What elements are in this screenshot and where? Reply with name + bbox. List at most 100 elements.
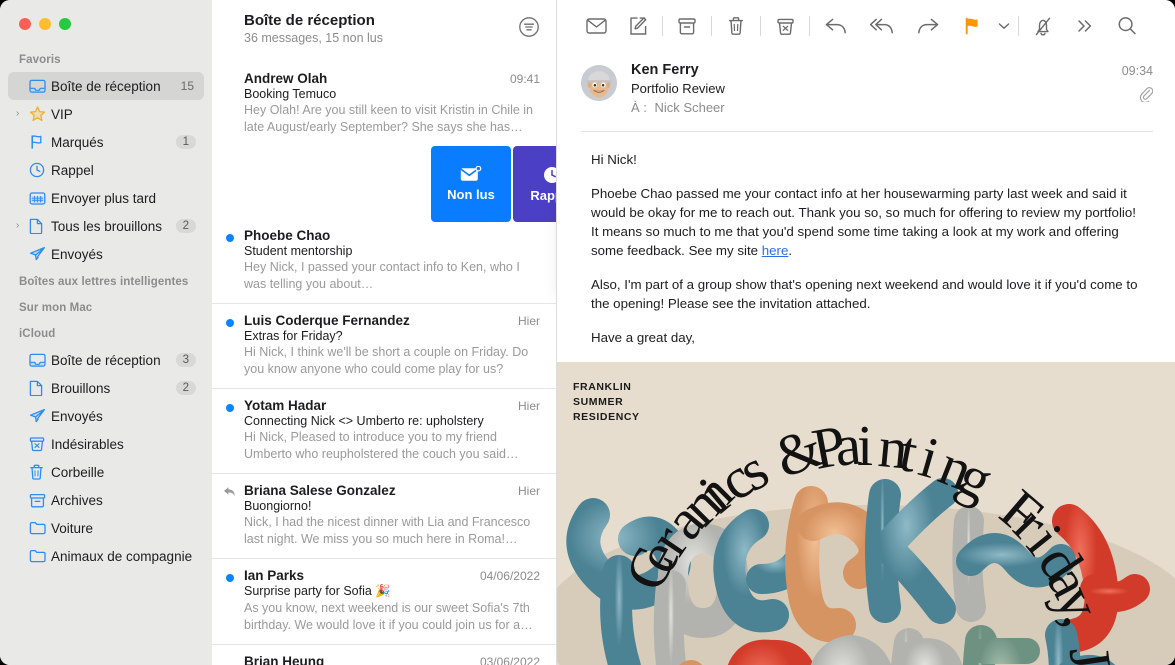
- clock-icon: [29, 162, 51, 178]
- sidebar-item-archives[interactable]: Archives: [8, 486, 204, 514]
- calendar-icon: [29, 191, 51, 206]
- attachment-poster[interactable]: FRANKLIN SUMMER RESIDENCY C e r a m i c …: [557, 362, 1175, 665]
- clock-icon: [544, 166, 556, 183]
- document-icon: [29, 218, 51, 234]
- archive-icon[interactable]: [666, 9, 708, 43]
- zoom-button[interactable]: [59, 18, 71, 30]
- chevron-down-icon[interactable]: [993, 9, 1015, 43]
- message-subject: Buongiorno!: [244, 499, 312, 513]
- toolbar-divider: [711, 16, 712, 36]
- to-value[interactable]: Nick Scheer: [655, 100, 725, 115]
- mailbox-title: Boîte de réception: [244, 12, 375, 29]
- sidebar-item-label: Animaux de compagnie: [51, 548, 193, 564]
- sidebar-item-label: Envoyés: [51, 246, 103, 262]
- reading-pane: Ken Ferry Portfolio Review À : Nick Sche…: [557, 0, 1175, 665]
- mail-window: Favoris Boîte de réception 15 › VIP Marqués 1 R…: [0, 0, 1175, 665]
- sidebar-item-tous-les-brouillons[interactable]: › Tous les brouillons 2: [8, 212, 204, 240]
- toolbar-divider: [760, 16, 761, 36]
- swipe-action-unread[interactable]: Non lus: [431, 146, 511, 222]
- sidebar-item-count: 15: [180, 79, 194, 93]
- message-subject: Connecting Nick <> Umberto re: upholster…: [244, 414, 484, 428]
- toolbar-divider: [1018, 16, 1019, 36]
- sidebar-item-vip[interactable]: › VIP: [8, 100, 204, 128]
- message-date: 04/06/2022: [479, 569, 540, 583]
- sidebar-item-envoy-s[interactable]: Envoyés: [8, 240, 204, 268]
- sidebar-item-marqu-s[interactable]: Marqués 1: [8, 128, 204, 156]
- flag-icon[interactable]: [951, 9, 993, 43]
- sidebar-item-voiture[interactable]: Voiture: [8, 514, 204, 542]
- sidebar-item-ind-sirables[interactable]: Indésirables: [8, 430, 204, 458]
- reply-all-icon[interactable]: [859, 9, 905, 43]
- sidebar-section-header: Boîtes aux lettres intelligentes: [19, 276, 189, 288]
- disclosure-triangle-icon[interactable]: ›: [16, 221, 29, 231]
- message-preview: Hi Nick, Pleased to introduce you to my …: [244, 430, 519, 461]
- unread-dot: [226, 574, 234, 582]
- sidebar-item-bo-te-de-r-ception[interactable]: Boîte de réception 15: [8, 72, 204, 100]
- sidebar-item-animaux-de-compagnie[interactable]: Animaux de compagnie: [8, 542, 204, 570]
- sidebar: Favoris Boîte de réception 15 › VIP Marqués 1 R…: [0, 0, 212, 665]
- sidebar-item-count: 2: [175, 381, 196, 395]
- message-date: Hier: [517, 399, 540, 413]
- mail-body: Hi Nick! Phoebe Chao passed me your cont…: [557, 132, 1175, 381]
- mark-unread-icon[interactable]: [575, 9, 617, 43]
- more-icon[interactable]: [1064, 9, 1106, 43]
- message-preview: Hi Nick, I think we'll be short a couple…: [244, 345, 529, 376]
- poster-arc-text-bottom: 022: [557, 362, 1175, 665]
- swipe-action-remind[interactable]: Rappel: [513, 146, 556, 222]
- trash-icon[interactable]: [715, 9, 757, 43]
- message-row-briana-salese-gonzalez[interactable]: Briana Salese Gonzalez Hier Buongiorno! …: [212, 474, 556, 559]
- disclosure-triangle-icon[interactable]: ›: [16, 109, 29, 119]
- message-sender: Yotam Hadar: [244, 398, 327, 413]
- message-date: 03/06/2022: [479, 655, 540, 665]
- mail-subject: Portfolio Review: [631, 81, 725, 96]
- sidebar-item-label: Voiture: [51, 520, 94, 536]
- filter-sort-icon[interactable]: [518, 16, 540, 43]
- sidebar-item-label: Envoyés: [51, 408, 103, 424]
- sidebar-item-envoyer-plus-tard[interactable]: Envoyer plus tard: [8, 184, 204, 212]
- body-paragraph-1: Phoebe Chao passed me your contact info …: [591, 184, 1145, 260]
- message-date: Hier: [517, 314, 540, 328]
- toolbar-divider: [662, 16, 663, 36]
- mail-recipient: À : Nick Scheer: [631, 100, 1122, 115]
- mail-time: 09:34: [1121, 64, 1153, 78]
- forward-icon[interactable]: [905, 9, 951, 43]
- sidebar-item-label: Marqués: [51, 134, 104, 150]
- paperclip-icon[interactable]: [1122, 86, 1153, 102]
- to-label: À :: [631, 100, 647, 115]
- minimize-button[interactable]: [39, 18, 51, 30]
- message-sender: Andrew Olah: [244, 71, 328, 86]
- sidebar-item-corbeille[interactable]: Corbeille: [8, 458, 204, 486]
- message-row-phoebe-chao[interactable]: Phoebe Chao Student mentorship Hey Nick,…: [212, 222, 556, 304]
- sidebar-item-label: VIP: [51, 106, 73, 122]
- message-date: Hier: [517, 484, 540, 498]
- message-row-ian-parks[interactable]: Ian Parks 04/06/2022 Surprise party for …: [212, 559, 556, 645]
- sidebar-item-brouillons[interactable]: Brouillons 2: [8, 374, 204, 402]
- message-row-yotam-hadar[interactable]: Yotam Hadar Hier Connecting Nick <> Umbe…: [212, 389, 556, 474]
- paper-plane-icon: [29, 246, 51, 262]
- residency-line-2: SUMMER: [573, 395, 624, 408]
- trash-icon: [29, 464, 51, 480]
- portfolio-link[interactable]: here: [762, 243, 789, 258]
- sidebar-item-rappel[interactable]: Rappel: [8, 156, 204, 184]
- message-sender: Luis Coderque Fernandez: [244, 313, 410, 328]
- mail-header: Ken Ferry Portfolio Review À : Nick Sche…: [557, 52, 1175, 115]
- message-row-andrew-olah[interactable]: Andrew Olah 09:41 Booking Temuco Hey Ola…: [212, 62, 556, 146]
- residency-line-1: FRANKLIN: [573, 381, 632, 393]
- sidebar-item-count: 3: [175, 353, 196, 367]
- message-preview: Hey Nick, I passed your contact info to …: [244, 260, 520, 291]
- mute-icon[interactable]: [1022, 9, 1064, 43]
- message-row-luis-coderque-fernandez[interactable]: Luis Coderque Fernandez Hier Extras for …: [212, 304, 556, 389]
- sidebar-item-bo-te-de-r-ception[interactable]: Boîte de réception 3: [8, 346, 204, 374]
- poster-residency-label: FRANKLIN SUMMER RESIDENCY: [573, 380, 640, 425]
- sidebar-item-label: Rappel: [51, 162, 94, 178]
- compose-icon[interactable]: [617, 9, 659, 43]
- close-button[interactable]: [19, 18, 31, 30]
- message-list-pane: Boîte de réception 36 messages, 15 non l…: [212, 0, 557, 665]
- junk-icon[interactable]: [764, 9, 806, 43]
- message-row-brian-heung[interactable]: Brian Heung 03/06/2022 Book cover? Hi Ni…: [212, 645, 556, 665]
- search-icon[interactable]: [1106, 9, 1148, 43]
- reply-icon[interactable]: [813, 9, 859, 43]
- sidebar-item-envoy-s[interactable]: Envoyés: [8, 402, 204, 430]
- message-subject: Extras for Friday?: [244, 329, 343, 343]
- mail-toolbar: [557, 0, 1175, 52]
